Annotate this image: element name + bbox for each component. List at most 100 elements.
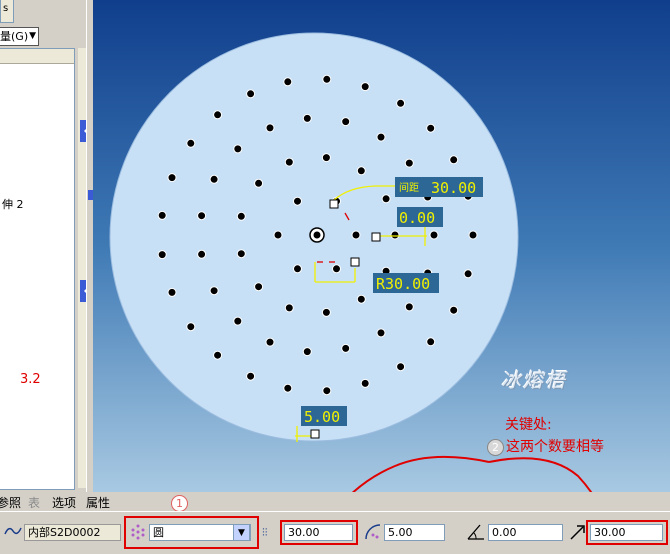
hole xyxy=(468,230,478,240)
hole xyxy=(404,158,414,168)
hole xyxy=(404,302,414,312)
hole xyxy=(360,82,370,92)
spacing-drag-handle[interactable] xyxy=(329,199,339,209)
edge-distance-input[interactable]: 5.00 xyxy=(384,524,445,541)
hole xyxy=(356,294,366,304)
graphics-window[interactable]: 间距 30.00 0.00 R30.00 5.00 冰熔梧 关键处: 2 这两个数… xyxy=(93,0,670,492)
hole xyxy=(246,89,256,99)
tree-header xyxy=(0,49,74,64)
sketch-curve-icon xyxy=(4,527,22,535)
hole xyxy=(426,123,436,133)
hole xyxy=(273,230,283,240)
border-distance-icon xyxy=(365,524,381,540)
angle-drag-handle[interactable] xyxy=(371,232,381,242)
panel-tab-label: s xyxy=(3,3,9,14)
hole xyxy=(254,178,264,188)
pattern-type-value: 圆 xyxy=(153,526,164,539)
annotation-arrow xyxy=(488,457,593,492)
annotation-title: 关键处: xyxy=(505,417,552,433)
hole xyxy=(376,132,386,142)
hole xyxy=(209,174,219,184)
center-point-dot xyxy=(313,231,321,239)
hole xyxy=(197,211,207,221)
fill-pattern-icon xyxy=(131,524,145,540)
radius-dimension[interactable]: R30.00 xyxy=(373,273,439,293)
radius-drag-handle[interactable] xyxy=(350,257,360,267)
step-badge-1: 1 xyxy=(171,495,188,512)
hole xyxy=(463,269,473,279)
chevron-down-icon[interactable]: ▼ xyxy=(233,524,250,541)
spacing-icon: ⫶⫶ xyxy=(262,526,268,539)
hole xyxy=(332,264,341,274)
tab-references[interactable]: 参照 xyxy=(0,494,21,511)
hole xyxy=(360,378,370,388)
radius-arrow-icon xyxy=(570,525,585,540)
hole xyxy=(209,286,219,296)
hole xyxy=(284,303,294,313)
tab-options[interactable]: 选项 xyxy=(52,494,76,511)
annotation-note-text: 这两个数要相等 xyxy=(506,439,604,455)
spacing-dimension[interactable]: 间距 30.00 xyxy=(395,177,483,197)
spacing-input[interactable]: 30.00 xyxy=(284,524,353,541)
hole xyxy=(186,138,196,148)
hole xyxy=(284,157,294,167)
hole xyxy=(167,287,177,297)
filter-dropdown-label: 量(G) xyxy=(0,30,29,43)
model-tree[interactable]: 伸 2 3.2 xyxy=(0,48,75,490)
hole xyxy=(381,194,391,204)
hole xyxy=(376,328,386,338)
edge-drag-handle[interactable] xyxy=(310,429,320,439)
angle-dimension-value: 0.00 xyxy=(399,209,435,227)
hole xyxy=(322,386,332,396)
sketch-reference-field[interactable]: 内部S2D0002 xyxy=(24,524,121,541)
watermark-text: 冰熔梧 xyxy=(501,368,567,392)
hole xyxy=(322,74,332,84)
pattern-type-select[interactable]: 圆 ▼ xyxy=(149,524,251,541)
filter-dropdown[interactable]: 量(G) ▼ xyxy=(0,27,39,46)
angle-dimension[interactable]: 0.00 xyxy=(397,207,443,227)
pattern-dashboard: 内部S2D0002 圆 ▼ ⫶⫶ 30.00 5.00 0.00 30.00 xyxy=(0,511,670,554)
hole xyxy=(283,383,293,393)
hole xyxy=(293,196,302,206)
hole xyxy=(390,230,400,240)
hole xyxy=(302,347,312,357)
hole xyxy=(283,77,293,87)
tab-properties[interactable]: 属性 xyxy=(86,494,110,511)
model-view: 间距 30.00 0.00 R30.00 5.00 xyxy=(109,32,593,492)
side-note: 3.2 xyxy=(20,372,41,387)
edge-dimension-value: 5.00 xyxy=(304,408,340,426)
hole xyxy=(429,230,439,240)
edge-dimension[interactable]: 5.00 xyxy=(301,406,347,426)
hole xyxy=(213,110,223,120)
hole xyxy=(246,371,256,381)
rotation-input[interactable]: 0.00 xyxy=(488,524,563,541)
radius-dimension-value: R30.00 xyxy=(376,275,430,293)
radius-input[interactable]: 30.00 xyxy=(590,524,663,541)
tree-scrollbar[interactable] xyxy=(78,48,86,488)
hole xyxy=(233,316,243,326)
hole xyxy=(157,210,167,220)
hole xyxy=(265,337,275,347)
hole xyxy=(265,123,275,133)
annotation-arrow xyxy=(351,455,490,492)
spacing-dimension-label: 间距 xyxy=(399,181,419,194)
panel-tab[interactable]: s xyxy=(0,0,14,23)
hole xyxy=(396,98,406,108)
hole xyxy=(449,155,459,165)
hole xyxy=(186,322,196,332)
hole xyxy=(321,307,331,317)
hole xyxy=(167,173,177,183)
tab-table[interactable]: 表 xyxy=(28,494,40,511)
hole xyxy=(254,282,264,292)
hole xyxy=(233,144,243,154)
model-tree-panel: s 量(G) ▼ 伸 2 3.2 xyxy=(0,0,94,492)
tree-item-extrude[interactable]: 伸 2 xyxy=(2,196,24,212)
dashboard-tabs: 参照 表 选项 属性 xyxy=(0,492,670,511)
hole xyxy=(356,166,366,176)
spacing-dimension-value: 30.00 xyxy=(431,179,476,197)
hole xyxy=(213,350,223,360)
annotation-note: 2 这两个数要相等 xyxy=(487,436,604,456)
hole xyxy=(321,153,331,163)
step-badge-2: 2 xyxy=(487,438,504,456)
hole xyxy=(449,305,459,315)
